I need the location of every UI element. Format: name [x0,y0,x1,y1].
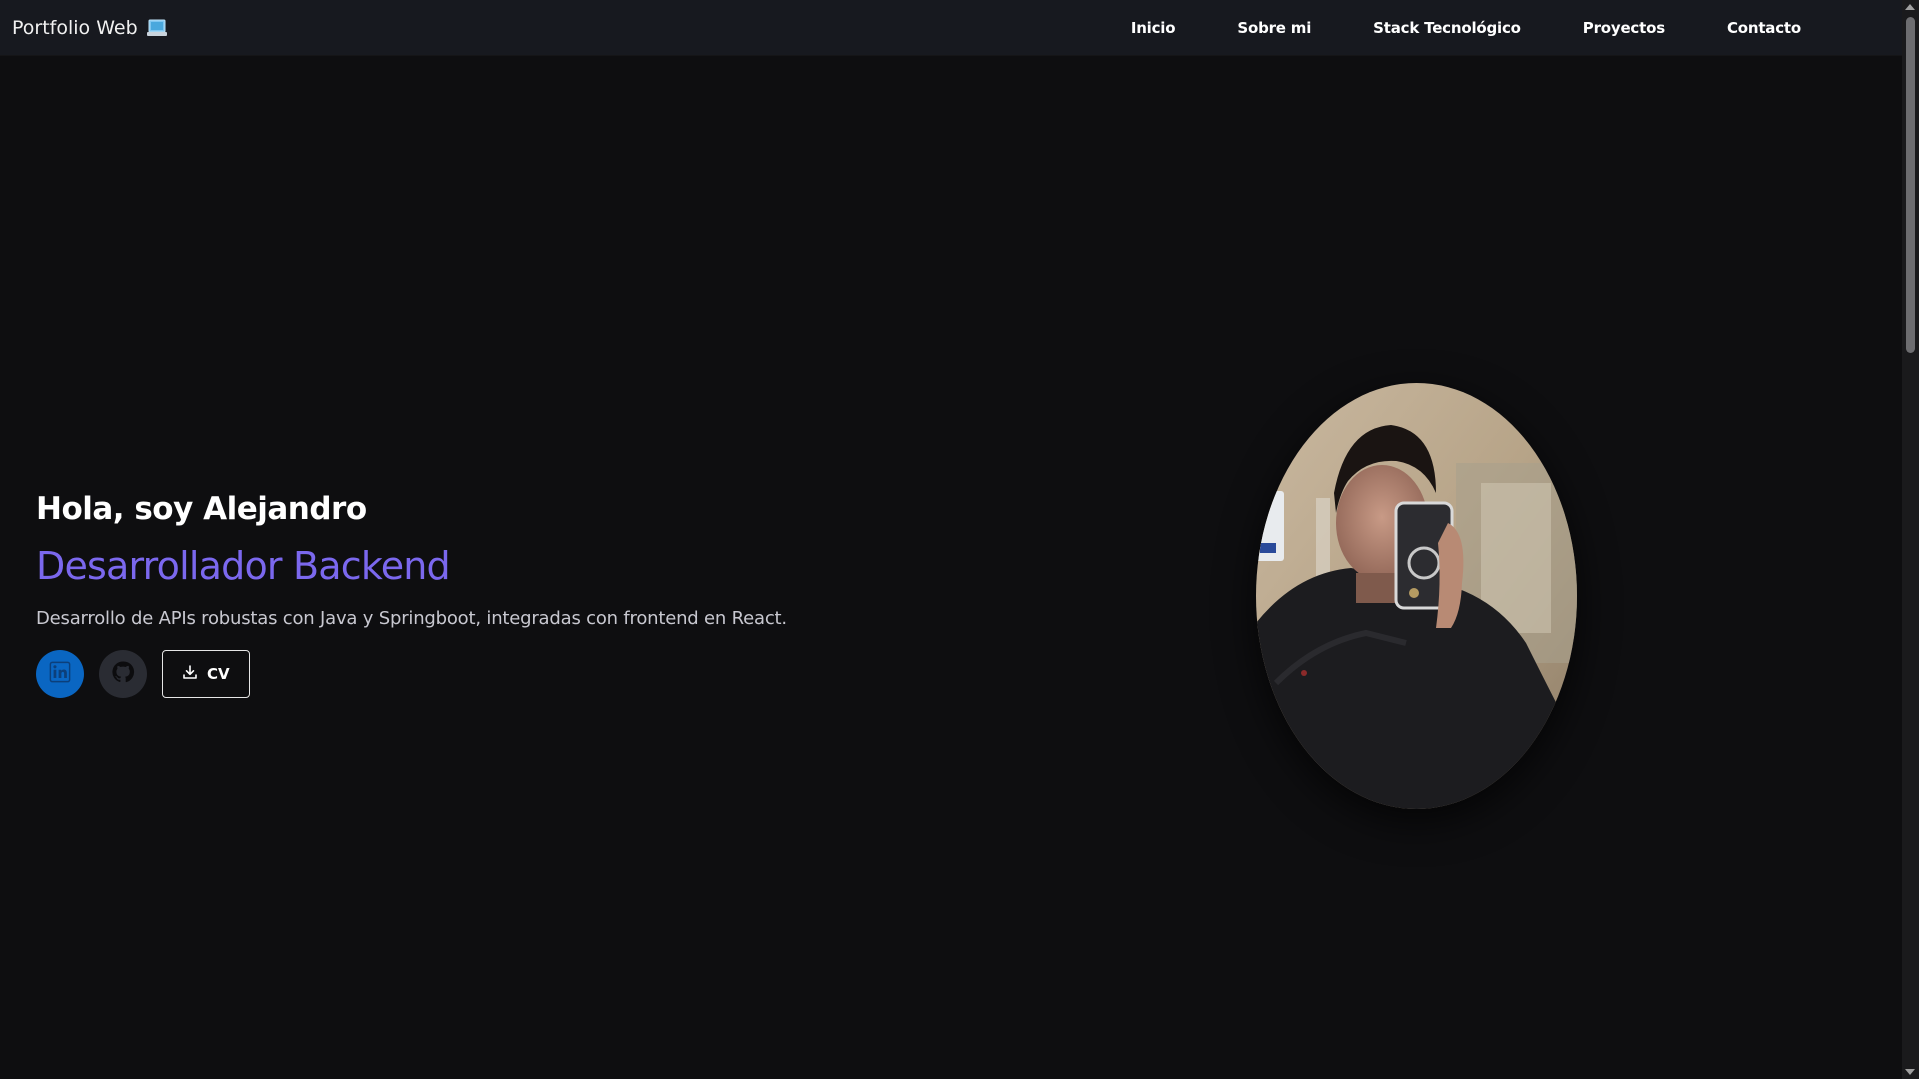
page-scrollbar[interactable] [1902,0,1919,1079]
scroll-down-icon[interactable] [1905,1069,1915,1075]
github-icon [111,660,135,688]
github-button[interactable] [99,650,147,698]
linkedin-icon [49,661,71,687]
brand-link[interactable]: Portfolio Web [12,17,168,39]
download-cv-button[interactable]: CV [162,650,250,698]
download-icon [182,664,198,684]
hero-description: Desarrollo de APIs robustas con Java y S… [36,608,787,629]
hero-section: Hola, soy Alejandro Desarrollador Backen… [36,486,936,698]
navbar: Portfolio Web Inicio Sobre mi Stack Tecn… [0,0,1902,55]
cv-label: CV [207,665,230,683]
nav-link-sobre-mi[interactable]: Sobre mi [1206,19,1342,37]
nav-link-proyectos[interactable]: Proyectos [1552,19,1696,37]
page: Portfolio Web Inicio Sobre mi Stack Tecn… [0,0,1919,1079]
profile-photo [1256,383,1577,809]
hero-greeting: Hola, soy Alejandro [36,491,367,527]
laptop-icon [146,18,168,38]
hero-actions: CV [36,650,936,698]
linkedin-button[interactable] [36,650,84,698]
nav-link-inicio[interactable]: Inicio [1100,19,1207,37]
nav-link-stack[interactable]: Stack Tecnológico [1342,19,1552,37]
nav-link-contacto[interactable]: Contacto [1696,19,1832,37]
scroll-thumb[interactable] [1906,17,1915,353]
nav-links: Inicio Sobre mi Stack Tecnológico Proyec… [1100,19,1832,37]
scroll-up-icon[interactable] [1905,4,1915,10]
brand-title: Portfolio Web [12,16,138,39]
hero-role: Desarrollador Backend [36,544,451,588]
